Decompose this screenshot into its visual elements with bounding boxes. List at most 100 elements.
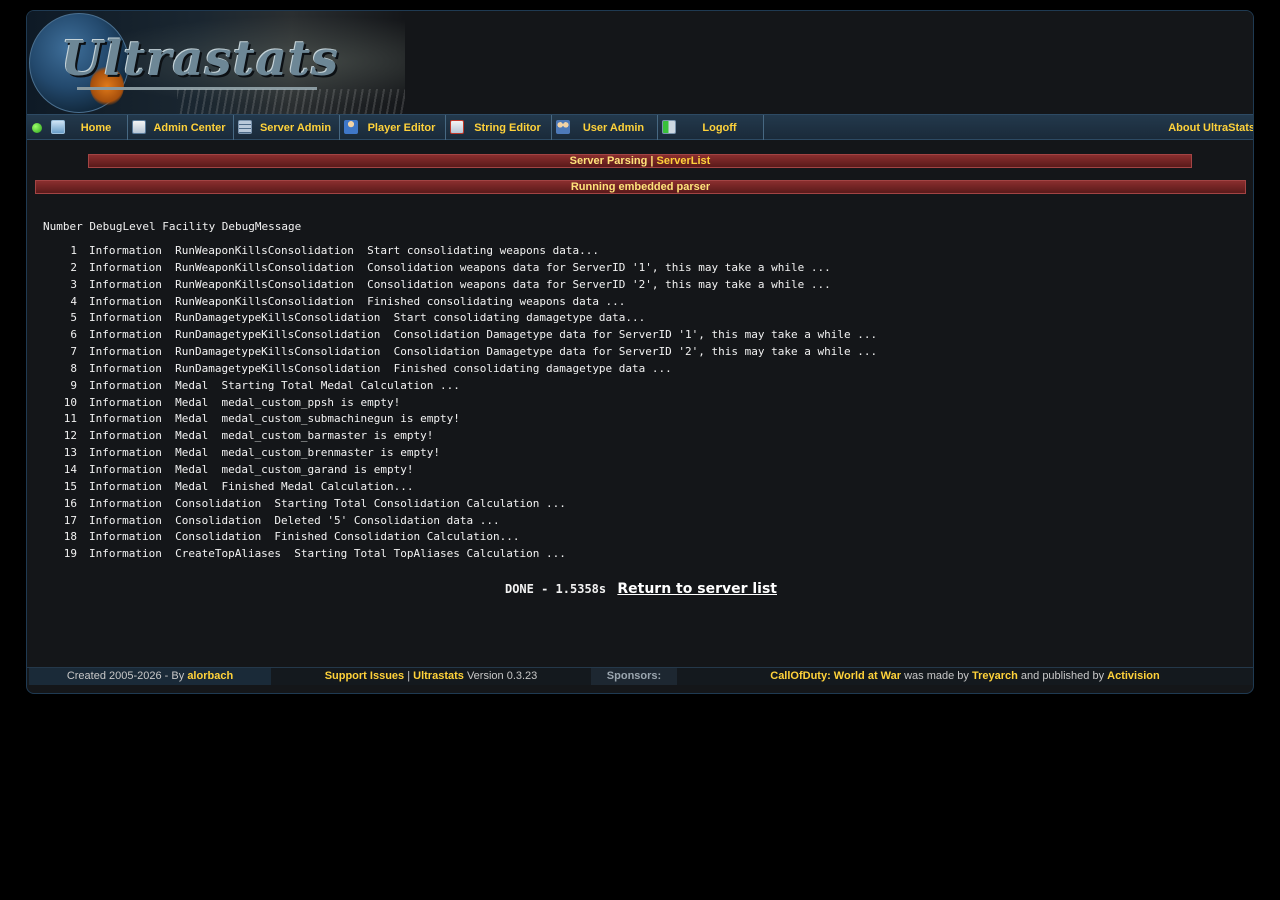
debug-row-message: Information Medal Starting Total Medal C… — [89, 378, 460, 392]
version-text: Version 0.3.23 — [466, 670, 538, 682]
nav-item-player-editor[interactable]: Player Editor — [340, 115, 446, 140]
nav-item-string-editor[interactable]: String Editor — [446, 115, 552, 140]
publisher-link[interactable]: Activision — [1107, 670, 1160, 682]
debug-row-message: Information Medal medal_custom_submachin… — [89, 412, 460, 426]
ultrastats-logo[interactable]: Ultrastats — [27, 11, 405, 114]
debug-row: 18 Information Consolidation Finished Con… — [43, 529, 877, 546]
debug-row-number: 11 — [63, 412, 77, 426]
debug-row-message: Information RunWeaponKillsConsolidation … — [89, 294, 626, 308]
sponsors-label: Sponsors: — [591, 668, 677, 685]
debug-row: 10 Information Medal medal_custom_ppsh is… — [43, 395, 877, 412]
debug-row-message: Information Consolidation Starting Total… — [89, 496, 566, 510]
debug-row: 11 Information Medal medal_custom_submach… — [43, 411, 877, 428]
debug-row-number: 16 — [63, 496, 77, 510]
debug-row-number: 18 — [63, 530, 77, 544]
nav-item-label: User Admin — [582, 122, 645, 134]
debug-row-message: Information RunDamagetypeKillsConsolidat… — [89, 361, 672, 375]
footer: Created 2005-2026 - By alorbach Support … — [27, 667, 1253, 685]
debug-row-message: Information Medal medal_custom_brenmaste… — [89, 446, 440, 460]
debug-row-message: Information CreateTopAliases Starting To… — [89, 547, 566, 561]
debug-row: 16 Information Consolidation Starting Tot… — [43, 496, 877, 513]
debug-row-number: 1 — [70, 244, 77, 257]
debug-row: 12 Information Medal medal_custom_barmast… — [43, 428, 877, 445]
developer-link[interactable]: Treyarch — [972, 670, 1018, 682]
nav-item-admin-center[interactable]: Admin Center — [128, 115, 234, 140]
nav-item-home[interactable]: Home — [47, 115, 128, 140]
debug-row: 8 Information RunDamagetypeKillsConsolida… — [43, 361, 877, 378]
debug-row: 6 Information RunDamagetypeKillsConsolida… — [43, 327, 877, 344]
debug-row: 15 Information Medal Finished Medal Calcu… — [43, 479, 877, 496]
footer-support: Support Issues | Ultrastats Version 0.3.… — [271, 668, 591, 685]
debug-row-number: 10 — [63, 395, 77, 409]
logo-text: Ultrastats — [61, 31, 340, 87]
debug-row-number: 13 — [63, 446, 77, 460]
debug-row-message: Information RunDamagetypeKillsConsolidat… — [89, 328, 878, 342]
logo-decoration — [177, 89, 405, 114]
nav-item-label: Home — [80, 122, 112, 134]
debug-row-message: Information Consolidation Deleted '5' Co… — [89, 513, 500, 527]
debug-row-number: 14 — [63, 462, 77, 476]
debug-row-message: Information RunWeaponKillsConsolidation … — [89, 277, 831, 291]
debug-row: 19 Information CreateTopAliases Starting … — [43, 546, 877, 563]
debug-row-message: Information Medal medal_custom_barmaster… — [89, 429, 434, 443]
debug-row: 9 Information Medal Starting Total Medal … — [43, 378, 877, 395]
about-link[interactable]: About UltraStats — [1168, 122, 1253, 134]
debug-row-number: 2 — [70, 260, 77, 274]
debug-row-number: 3 — [70, 277, 77, 291]
debug-header: Number DebugLevel Facility DebugMessage — [43, 220, 302, 233]
debug-row: 4 Information RunWeaponKillsConsolidation… — [43, 294, 877, 311]
published-text: and published by — [1020, 670, 1105, 682]
nav-item-label: Server Admin — [259, 122, 332, 134]
done-line: DONE - 1.5358s Return to server list — [27, 581, 1253, 597]
game-link[interactable]: CallOfDuty: World at War — [770, 670, 901, 682]
debug-row-number: 15 — [63, 479, 77, 493]
debug-row: 3 Information RunWeaponKillsConsolidation… — [43, 277, 877, 294]
footer-separator: | — [407, 670, 411, 682]
footer-credits: Created 2005-2026 - By alorbach — [29, 668, 271, 685]
debug-row: 17 Information Consolidation Deleted '5' … — [43, 513, 877, 530]
nav-item-label: Admin Center — [153, 122, 226, 134]
parser-titlebar: Running embedded parser — [35, 180, 1246, 194]
debug-row-message: Information RunWeaponKillsConsolidation … — [89, 260, 831, 274]
debug-output: Number DebugLevel Facility DebugMessage … — [43, 219, 877, 563]
serverlist-link[interactable]: ServerList — [657, 155, 711, 167]
debug-row-number: 6 — [70, 328, 77, 342]
server-parsing-titlebar: Server Parsing | ServerList — [88, 154, 1192, 168]
page-container: Ultrastats Home Admin Center Server Admi… — [26, 10, 1254, 694]
debug-row-message: Information Medal Finished Medal Calcula… — [89, 479, 414, 493]
debug-row-number: 12 — [63, 429, 77, 443]
debug-row-number: 4 — [70, 294, 77, 308]
debug-row: 14 Information Medal medal_custom_garand … — [43, 462, 877, 479]
debug-row-message: Information RunDamagetypeKillsConsolidat… — [89, 311, 646, 325]
header: Ultrastats — [27, 11, 1253, 114]
debug-row-number: 17 — [63, 513, 77, 527]
debug-row-message: Information Medal medal_custom_garand is… — [89, 462, 414, 476]
nav-item-logoff[interactable]: Logoff — [658, 115, 764, 140]
titlebar-text: Server Parsing | — [569, 155, 654, 167]
debug-row-message: Information RunWeaponKillsConsolidation … — [89, 244, 599, 257]
support-issues-link[interactable]: Support Issues — [325, 670, 404, 682]
debug-row: 1 Information RunWeaponKillsConsolidation… — [43, 243, 877, 260]
nav-item-user-admin[interactable]: User Admin — [552, 115, 658, 140]
status-dot-icon — [32, 123, 42, 133]
debug-row-message: Information Consolidation Finished Conso… — [89, 530, 520, 544]
debug-row-number: 5 — [70, 311, 77, 325]
return-to-server-list-link[interactable]: Return to server list — [617, 581, 777, 597]
nav-item-label: Player Editor — [367, 122, 436, 134]
done-text: DONE - 1.5358s — [504, 582, 607, 596]
nav-item-label: String Editor — [474, 122, 541, 134]
author-link[interactable]: alorbach — [187, 670, 233, 682]
nav-item-server-admin[interactable]: Server Admin — [234, 115, 340, 140]
debug-row-number: 9 — [70, 378, 77, 392]
created-text: Created 2005-2026 - By — [66, 670, 185, 682]
main-nav: Home Admin Center Server Admin Player Ed… — [27, 114, 1253, 140]
debug-row-number: 19 — [63, 547, 77, 561]
debug-row: 2 Information RunWeaponKillsConsolidation… — [43, 260, 877, 277]
debug-row: 13 Information Medal medal_custom_brenmas… — [43, 445, 877, 462]
ultrastats-link[interactable]: Ultrastats — [413, 670, 464, 682]
debug-row: 5 Information RunDamagetypeKillsConsolida… — [43, 310, 877, 327]
nav-item-label: Logoff — [702, 122, 737, 134]
debug-row-message: Information RunDamagetypeKillsConsolidat… — [89, 345, 878, 359]
footer-game-credits: CallOfDuty: World at War was made by Tre… — [677, 668, 1253, 685]
debug-row: 7 Information RunDamagetypeKillsConsolida… — [43, 344, 877, 361]
